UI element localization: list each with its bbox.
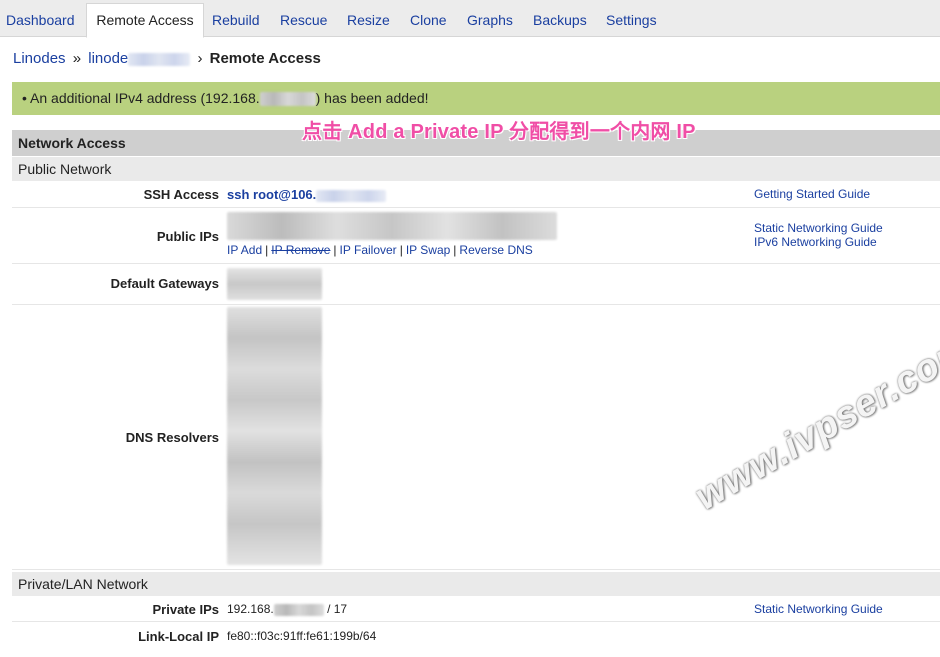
redacted-private-ip [273, 603, 324, 616]
breadcrumb: Linodes » linode › Remote Access [13, 50, 321, 67]
public-network-subheader: Public Network [12, 157, 940, 181]
tab-rescue[interactable]: Rescue [274, 4, 333, 36]
pipe-separator: | [453, 243, 457, 257]
getting-started-guide-link[interactable]: Getting Started Guide [754, 187, 870, 201]
pipe-separator: | [333, 243, 337, 257]
ipv6-networking-guide-link[interactable]: IPv6 Networking Guide [754, 235, 883, 249]
static-networking-guide-link[interactable]: Static Networking Guide [754, 221, 883, 235]
pipe-separator: | [265, 243, 269, 257]
redacted-ssh-ip [316, 189, 387, 202]
private-ips-guide-wrap: Static Networking Guide [754, 602, 883, 616]
notice-text-prefix: • An additional IPv4 address (192.168. [22, 90, 260, 106]
dns-resolvers-label: DNS Resolvers [125, 430, 219, 445]
tab-clone[interactable]: Clone [404, 4, 453, 36]
public-ips-guides: Static Networking Guide IPv6 Networking … [754, 221, 883, 249]
private-ips-label: Private IPs [152, 602, 220, 617]
redacted-dns-resolvers [227, 307, 322, 565]
private-network-subheader: Private/LAN Network [12, 572, 940, 596]
breadcrumb-linodes-link[interactable]: Linodes [13, 50, 66, 67]
static-networking-guide-link[interactable]: Static Networking Guide [754, 602, 883, 616]
private-ip-suffix: / 17 [327, 602, 348, 616]
private-ip-prefix: 192.168. [227, 602, 274, 616]
ip-remove-link[interactable]: IP Remove [271, 243, 330, 257]
redacted-ip [259, 92, 316, 107]
default-gateways-row: Default Gateways [12, 264, 940, 305]
success-notice: • An additional IPv4 address (192.168. ) … [12, 82, 940, 115]
breadcrumb-separator: » [72, 50, 82, 67]
link-local-label: Link-Local IP [138, 629, 219, 644]
tab-bar: Dashboard Remote Access Rebuild Rescue R… [0, 0, 940, 38]
redacted-gateways [227, 268, 322, 300]
private-ip-value: 192.168. / 17 [227, 602, 347, 616]
subheader-label: Private/LAN Network [18, 576, 148, 592]
pipe-separator: | [399, 243, 403, 257]
getting-started-guide-wrap: Getting Started Guide [754, 187, 870, 201]
ssh-access-row: SSH Access ssh root@106. Getting Started… [12, 181, 940, 208]
link-local-row: Link-Local IP fe80::f03c:91ff:fe61:199b/… [12, 622, 940, 647]
private-ips-row: Private IPs 192.168. / 17 Static Network… [12, 596, 940, 622]
section-title: Network Access [18, 135, 126, 151]
tab-resize[interactable]: Resize [341, 4, 396, 36]
ssh-command[interactable]: ssh root@106. [227, 187, 387, 202]
ip-add-link[interactable]: IP Add [227, 243, 262, 257]
redacted-public-ips [227, 212, 557, 240]
redacted-node-name [128, 52, 191, 66]
subheader-label: Public Network [18, 161, 112, 177]
tab-backups[interactable]: Backups [527, 4, 593, 36]
public-ips-row: Public IPs IP Add | IP Remove | IP Failover |… [12, 208, 940, 264]
public-ips-label: Public IPs [156, 229, 219, 244]
default-gateways-label: Default Gateways [110, 276, 219, 291]
tab-settings[interactable]: Settings [600, 4, 663, 36]
reverse-dns-link[interactable]: Reverse DNS [459, 243, 532, 257]
breadcrumb-node-link[interactable]: linode [88, 50, 128, 67]
tab-dashboard[interactable]: Dashboard [0, 4, 81, 36]
tab-rebuild[interactable]: Rebuild [206, 4, 265, 36]
link-local-value: fe80::f03c:91ff:fe61:199b/64 [227, 629, 377, 643]
ip-swap-link[interactable]: IP Swap [406, 243, 450, 257]
ssh-command-text[interactable]: ssh root@106. [227, 187, 316, 202]
annotation-text: 点击 Add a Private IP 分配得到一个内网 IP [302, 121, 696, 143]
ip-failover-link[interactable]: IP Failover [340, 243, 397, 257]
breadcrumb-current: Remote Access [209, 50, 321, 67]
tab-graphs[interactable]: Graphs [461, 4, 519, 36]
breadcrumb-separator-2: › [197, 50, 203, 67]
notice-text-suffix: ) has been added! [315, 90, 429, 106]
public-ip-actions: IP Add | IP Remove | IP Failover | IP Swap | Rev… [227, 243, 533, 257]
ssh-access-label: SSH Access [143, 187, 219, 202]
tab-remote-access[interactable]: Remote Access [86, 3, 204, 38]
